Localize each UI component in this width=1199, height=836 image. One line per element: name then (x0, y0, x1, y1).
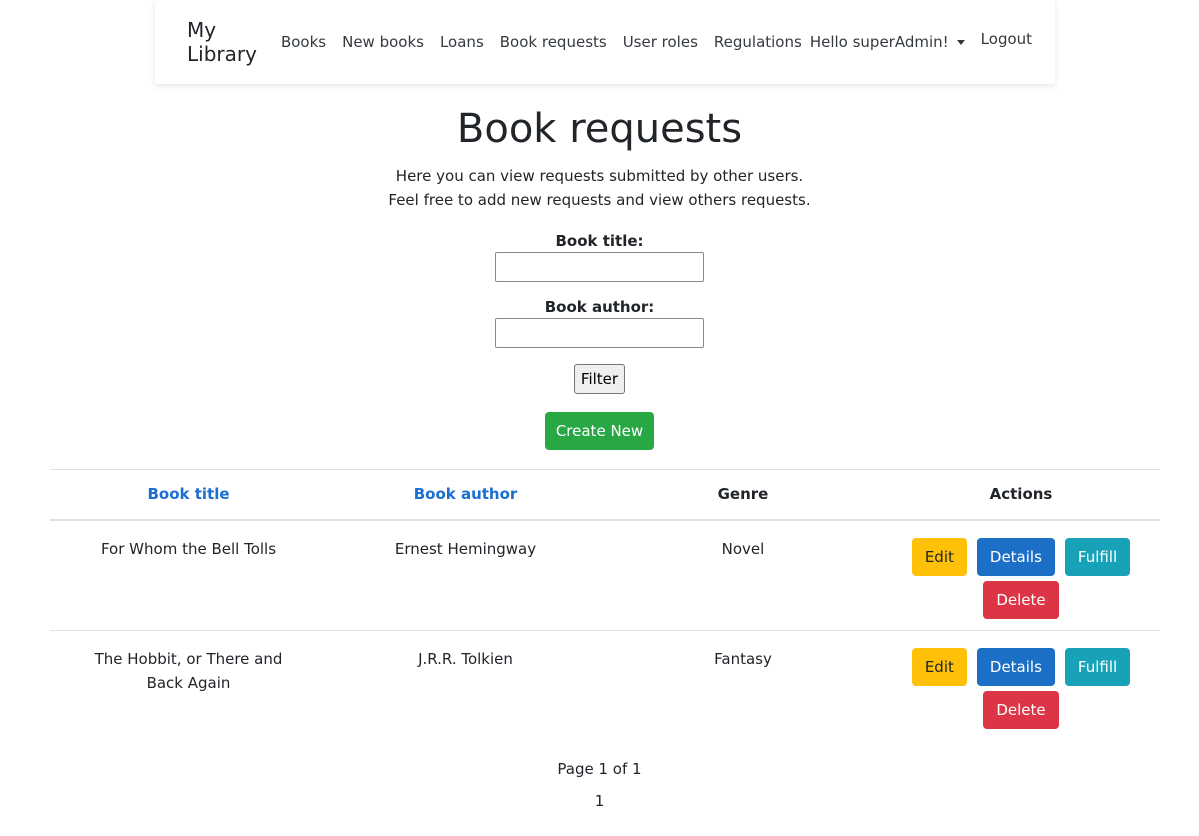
main-content: Book requests Here you can view requests… (0, 84, 1199, 450)
create-new-button[interactable]: Create New (545, 412, 654, 450)
book-title-cell: The Hobbit, or There and Back Again (94, 650, 283, 692)
book-title-input[interactable] (495, 252, 704, 282)
intro-line-1: Here you can view requests submitted by … (395, 167, 804, 185)
table-row: For Whom the Bell Tolls Ernest Hemingway… (50, 519, 1160, 631)
navbar: My Library Books New books Loans Book re… (155, 0, 1055, 84)
logout-link[interactable]: Logout (981, 30, 1032, 48)
actions-cell: Edit Details Fulfill Delete (882, 519, 1160, 631)
header-book-author: Book author (327, 469, 604, 521)
user-greeting: Hello superAdmin! (809, 33, 949, 51)
genre-cell: Fantasy (714, 650, 772, 668)
sort-book-title-link[interactable]: Book title (147, 485, 229, 503)
genre-cell: Novel (604, 519, 882, 631)
edit-button[interactable]: Edit (911, 537, 967, 576)
book-author-cell: J.R.R. Tolkien (418, 650, 513, 668)
intro-line-2: Feel free to add new requests and view o… (388, 191, 811, 209)
header-book-title: Book title (50, 469, 327, 521)
pagination-info: Page 1 of 1 (557, 760, 642, 778)
book-author-input[interactable] (495, 318, 704, 348)
filter-button[interactable]: Filter (573, 364, 626, 394)
book-requests-table: Book title Book author Genre Actions For… (50, 469, 1160, 742)
book-title-cell: For Whom the Bell Tolls (50, 519, 327, 631)
table-header-row: Book title Book author Genre Actions (50, 469, 1160, 521)
fulfill-button[interactable]: Fulfill (1064, 648, 1131, 686)
nav-link-user-roles[interactable]: User roles (623, 33, 698, 51)
delete-button[interactable]: Delete (983, 691, 1059, 729)
nav-link-books[interactable]: Books (281, 33, 326, 51)
filter-form: Book title: Book author: Filter (0, 232, 1199, 394)
intro-text: Here you can view requests submitted by … (0, 164, 1199, 212)
details-button[interactable]: Details (976, 648, 1055, 686)
header-actions: Actions (882, 469, 1160, 521)
book-author-cell: Ernest Hemingway (327, 519, 604, 631)
page-title: Book requests (456, 106, 743, 152)
brand-link[interactable]: My Library (187, 18, 257, 66)
table-row: The Hobbit, or There and Back Again J.R.… (50, 631, 1160, 742)
header-genre: Genre (604, 469, 882, 521)
sort-book-author-link[interactable]: Book author (414, 485, 518, 503)
book-title-label: Book title: (555, 232, 644, 250)
actions-cell: Edit Details Fulfill Delete (882, 631, 1160, 742)
user-dropdown[interactable]: Hello superAdmin! (810, 33, 965, 51)
fulfill-button[interactable]: Fulfill (1064, 537, 1131, 576)
nav-link-book-requests[interactable]: Book requests (500, 33, 607, 51)
nav-link-loans[interactable]: Loans (440, 33, 484, 51)
page-number-current[interactable]: 1 (0, 792, 1199, 810)
edit-button[interactable]: Edit (911, 648, 967, 686)
nav-link-new-books[interactable]: New books (342, 33, 424, 51)
delete-button[interactable]: Delete (983, 580, 1059, 619)
chevron-down-icon (956, 39, 965, 45)
book-author-label: Book author: (544, 298, 655, 316)
details-button[interactable]: Details (976, 537, 1055, 576)
nav-link-regulations[interactable]: Regulations (714, 33, 802, 51)
